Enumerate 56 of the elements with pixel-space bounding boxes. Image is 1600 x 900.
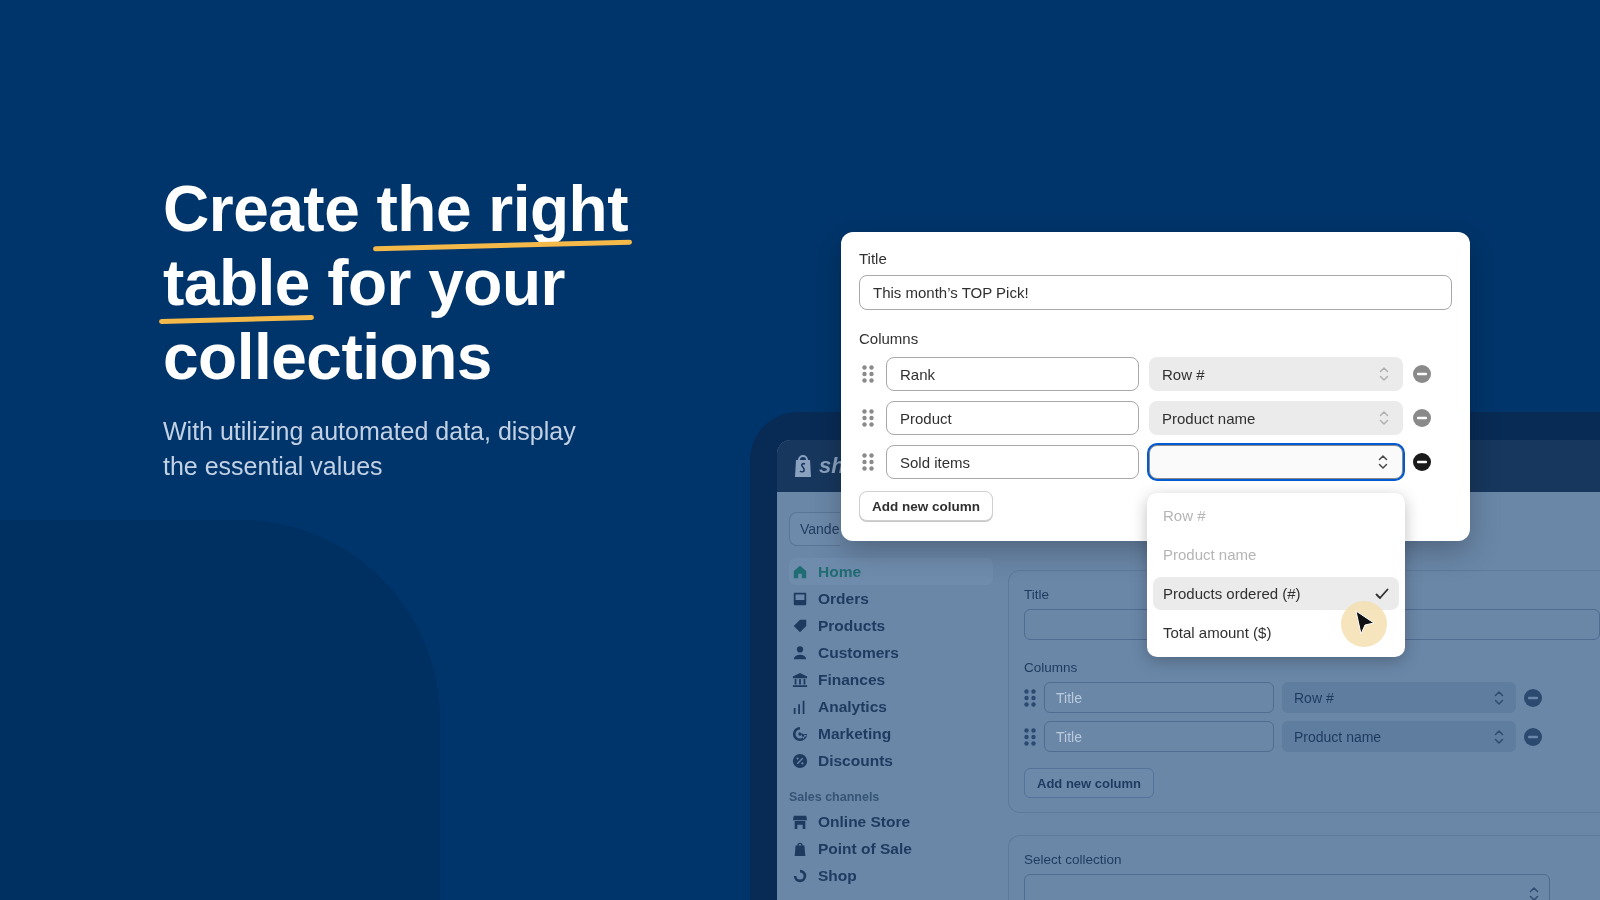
sidebar-item[interactable]: Products <box>789 612 993 639</box>
column-name-field[interactable]: Product <box>886 401 1139 435</box>
column-name-field[interactable]: Sold items <box>886 445 1139 479</box>
sidebar-item[interactable]: Discounts <box>789 747 993 774</box>
chevron-up-down-icon <box>1379 366 1389 382</box>
chevron-up-down-icon <box>1379 410 1389 426</box>
sidebar-item[interactable]: Analytics <box>789 693 993 720</box>
storefront-icon <box>792 813 808 830</box>
chevron-up-down-icon <box>1529 886 1539 900</box>
data-source-select[interactable]: Row # <box>1282 682 1516 713</box>
field-label: Select collection <box>1024 852 1122 867</box>
text-input[interactable]: This month’s TOP Pick! <box>859 275 1452 310</box>
drag-handle-icon[interactable] <box>1024 688 1036 707</box>
sidebar-item[interactable]: Point of Sale <box>789 835 993 862</box>
drag-handle-icon[interactable] <box>862 365 874 383</box>
column-title-field[interactable]: Title <box>1044 721 1274 752</box>
data-source-select[interactable]: Product name <box>1282 721 1516 752</box>
column-name-field[interactable]: Rank <box>886 357 1139 391</box>
data-source-select[interactable]: Row # <box>1149 357 1403 391</box>
bank-icon <box>792 671 808 688</box>
drag-handle-icon[interactable] <box>1024 727 1036 746</box>
add-column-button[interactable]: Add new column <box>1024 768 1154 798</box>
shopping-bag-icon <box>792 840 808 857</box>
field-label: Columns <box>1024 660 1078 675</box>
sidebar-item[interactable]: Shop <box>789 862 993 889</box>
sidebar-item[interactable]: Customers <box>789 639 993 666</box>
sidebar-item[interactable]: Orders <box>789 585 993 612</box>
dropdown-option[interactable]: Total amount ($) <box>1153 616 1399 649</box>
sidebar-item[interactable]: Home <box>789 558 993 585</box>
subtitle: With utilizing automated data, display the essential values <box>163 416 577 482</box>
mouse-pointer-icon <box>1341 601 1387 647</box>
field-label: Title <box>859 250 887 267</box>
chevron-up-down-icon <box>1494 689 1504 706</box>
drag-handle-icon[interactable] <box>862 409 874 427</box>
column-title-field[interactable]: Title <box>1044 682 1274 713</box>
store-selector[interactable]: Vande <box>789 512 840 546</box>
data-source-select[interactable] <box>1149 445 1403 479</box>
person-icon <box>792 644 808 661</box>
sidebar-item[interactable]: Marketing <box>789 720 993 747</box>
house-icon <box>792 563 808 580</box>
checkmark-icon <box>1375 587 1389 600</box>
field-label: Title <box>1024 587 1049 602</box>
remove-icon[interactable] <box>1413 453 1431 471</box>
tray-icon <box>792 590 808 607</box>
field-label: Columns <box>859 330 919 347</box>
data-source-select[interactable]: Product name <box>1149 401 1403 435</box>
circle-arrow-icon <box>792 867 808 884</box>
shopping-bag-logo-icon <box>793 454 813 478</box>
chevron-up-down-icon <box>1378 454 1388 470</box>
drag-handle-icon[interactable] <box>862 453 874 471</box>
chevron-up-down-icon <box>1494 728 1504 745</box>
percent-badge-icon <box>792 752 808 769</box>
sidebar-item[interactable]: Finances <box>789 666 993 693</box>
tag-icon <box>792 617 808 634</box>
sidebar-item[interactable]: Online Store <box>789 808 993 835</box>
add-column-button[interactable]: Add new column <box>859 491 993 521</box>
